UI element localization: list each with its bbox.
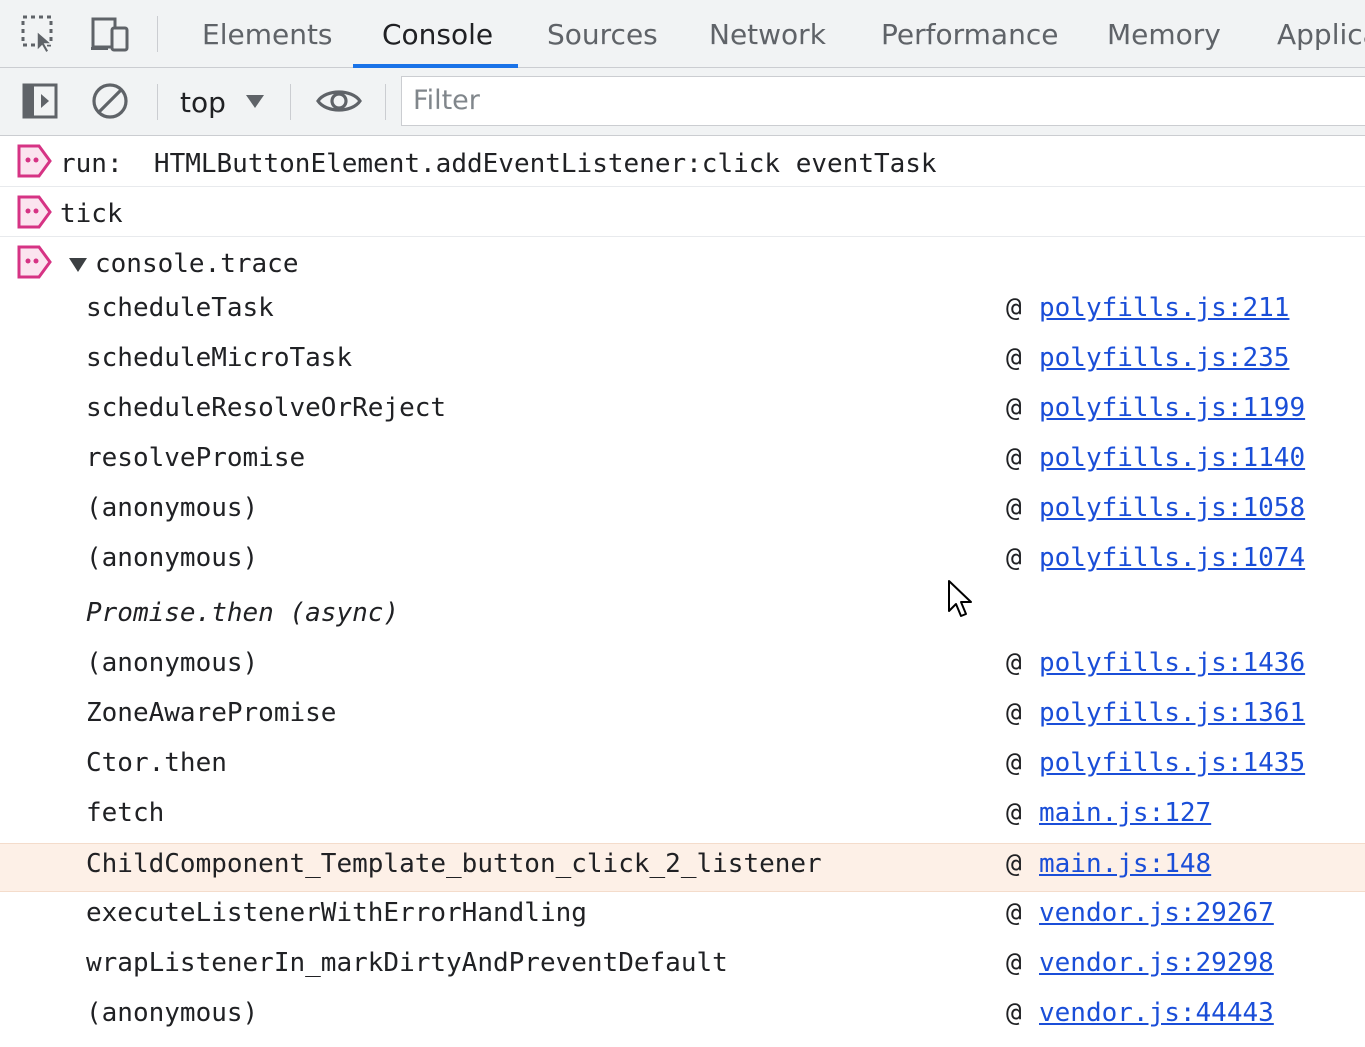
stack-frame: resolvePromise @ polyfills.js:1140	[0, 435, 1365, 485]
source-link[interactable]: polyfills.js:1361	[1039, 698, 1305, 728]
function-name: (anonymous)	[86, 648, 259, 678]
stack-frame-highlighted: ChildComponent_Template_button_click_2_l…	[0, 843, 1365, 892]
trace-title[interactable]: console.trace	[95, 249, 299, 279]
tab-performance[interactable]: Performance	[881, 0, 1058, 68]
at-sign: @	[1006, 998, 1022, 1028]
at-sign: @	[1006, 493, 1022, 523]
filter-input[interactable]	[401, 76, 1365, 126]
message-badge-icon	[17, 195, 52, 229]
devtools-tab-bar: Elements Console Sources Network Perform…	[0, 0, 1365, 68]
stack-frame: scheduleResolveOrReject @ polyfills.js:1…	[0, 385, 1365, 435]
context-selector[interactable]: top	[180, 68, 226, 136]
source-link[interactable]: polyfills.js:235	[1039, 343, 1289, 373]
function-name: resolvePromise	[86, 443, 306, 473]
message-text: run: HTMLButtonElement.addEventListener:…	[60, 149, 937, 179]
source-link[interactable]: polyfills.js:1435	[1039, 748, 1305, 778]
function-name: (anonymous)	[86, 493, 259, 523]
live-expression-eye-icon[interactable]	[316, 81, 362, 121]
stack-frame: (anonymous) @ polyfills.js:1058	[0, 485, 1365, 535]
stack-frame: ZoneAwarePromise @ polyfills.js:1361	[0, 690, 1365, 740]
toolbar-divider	[290, 84, 291, 120]
function-name: scheduleMicroTask	[86, 343, 353, 373]
stack-frame: Ctor.then @ polyfills.js:1435	[0, 740, 1365, 790]
tab-sources[interactable]: Sources	[547, 0, 658, 68]
message-text: tick	[60, 199, 123, 229]
stack-frame: scheduleMicroTask @ polyfills.js:235	[0, 335, 1365, 385]
source-link[interactable]: polyfills.js:1199	[1039, 393, 1305, 423]
source-link[interactable]: polyfills.js:1058	[1039, 493, 1305, 523]
function-name: executeListenerWithErrorHandling	[86, 898, 587, 928]
source-link[interactable]: polyfills.js:1074	[1039, 543, 1305, 573]
stack-frame: (anonymous) @ polyfills.js:1074	[0, 535, 1365, 585]
toolbar-divider	[157, 84, 158, 120]
at-sign: @	[1006, 849, 1022, 879]
at-sign: @	[1006, 648, 1022, 678]
toolbar-divider	[157, 16, 158, 52]
function-name: wrapListenerIn_markDirtyAndPreventDefaul…	[86, 948, 728, 978]
inspect-element-icon[interactable]	[20, 14, 60, 54]
async-boundary: Promise.then (async)	[0, 590, 1365, 640]
at-sign: @	[1006, 343, 1022, 373]
async-label: Promise.then (async)	[86, 598, 400, 628]
at-sign: @	[1006, 293, 1022, 323]
tab-memory[interactable]: Memory	[1107, 0, 1221, 68]
function-name: ChildComponent_Template_button_click_2_l…	[86, 849, 822, 879]
function-name: (anonymous)	[86, 543, 259, 573]
function-name: fetch	[86, 798, 165, 828]
source-link[interactable]: main.js:127	[1039, 798, 1211, 828]
source-link[interactable]: vendor.js:29298	[1039, 948, 1274, 978]
tab-console[interactable]: Console	[382, 0, 493, 68]
function-name: scheduleTask	[86, 293, 274, 323]
at-sign: @	[1006, 898, 1022, 928]
stack-frame: (anonymous) @ polyfills.js:1436	[0, 640, 1365, 690]
at-sign: @	[1006, 798, 1022, 828]
device-toolbar-icon[interactable]	[90, 14, 130, 54]
sidebar-toggle-icon[interactable]	[20, 81, 60, 121]
at-sign: @	[1006, 748, 1022, 778]
console-toolbar: top	[0, 68, 1365, 136]
stack-frame: scheduleTask @ polyfills.js:211	[0, 285, 1365, 335]
at-sign: @	[1006, 698, 1022, 728]
message-badge-icon	[17, 144, 52, 178]
source-link[interactable]: main.js:148	[1039, 849, 1211, 879]
source-link[interactable]: vendor.js:29267	[1039, 898, 1274, 928]
at-sign: @	[1006, 393, 1022, 423]
stack-frame: fetch @ main.js:127	[0, 790, 1365, 840]
source-link[interactable]: polyfills.js:1140	[1039, 443, 1305, 473]
expand-triangle-icon[interactable]	[68, 257, 88, 273]
tab-elements[interactable]: Elements	[202, 0, 333, 68]
source-link[interactable]: polyfills.js:1436	[1039, 648, 1305, 678]
clear-console-icon[interactable]	[90, 81, 130, 121]
stack-frame: wrapListenerIn_markDirtyAndPreventDefaul…	[0, 940, 1365, 990]
function-name: Ctor.then	[86, 748, 227, 778]
dropdown-arrow-icon[interactable]	[245, 94, 265, 110]
at-sign: @	[1006, 948, 1022, 978]
console-message: tick	[0, 187, 1365, 237]
function-name: scheduleResolveOrReject	[86, 393, 447, 423]
function-name: ZoneAwarePromise	[86, 698, 337, 728]
source-link[interactable]: vendor.js:44443	[1039, 998, 1274, 1028]
function-name: (anonymous)	[86, 998, 259, 1028]
source-link[interactable]: polyfills.js:211	[1039, 293, 1289, 323]
stack-frame: (anonymous) @ vendor.js:44443	[0, 990, 1365, 1040]
toolbar-divider	[385, 84, 386, 120]
message-badge-icon	[17, 245, 52, 279]
at-sign: @	[1006, 443, 1022, 473]
at-sign: @	[1006, 543, 1022, 573]
tab-network[interactable]: Network	[709, 0, 826, 68]
tab-application[interactable]: Applica	[1277, 0, 1365, 68]
mouse-cursor-icon	[948, 580, 972, 617]
stack-frame: executeListenerWithErrorHandling @ vendo…	[0, 890, 1365, 940]
console-message: run: HTMLButtonElement.addEventListener:…	[0, 136, 1365, 187]
